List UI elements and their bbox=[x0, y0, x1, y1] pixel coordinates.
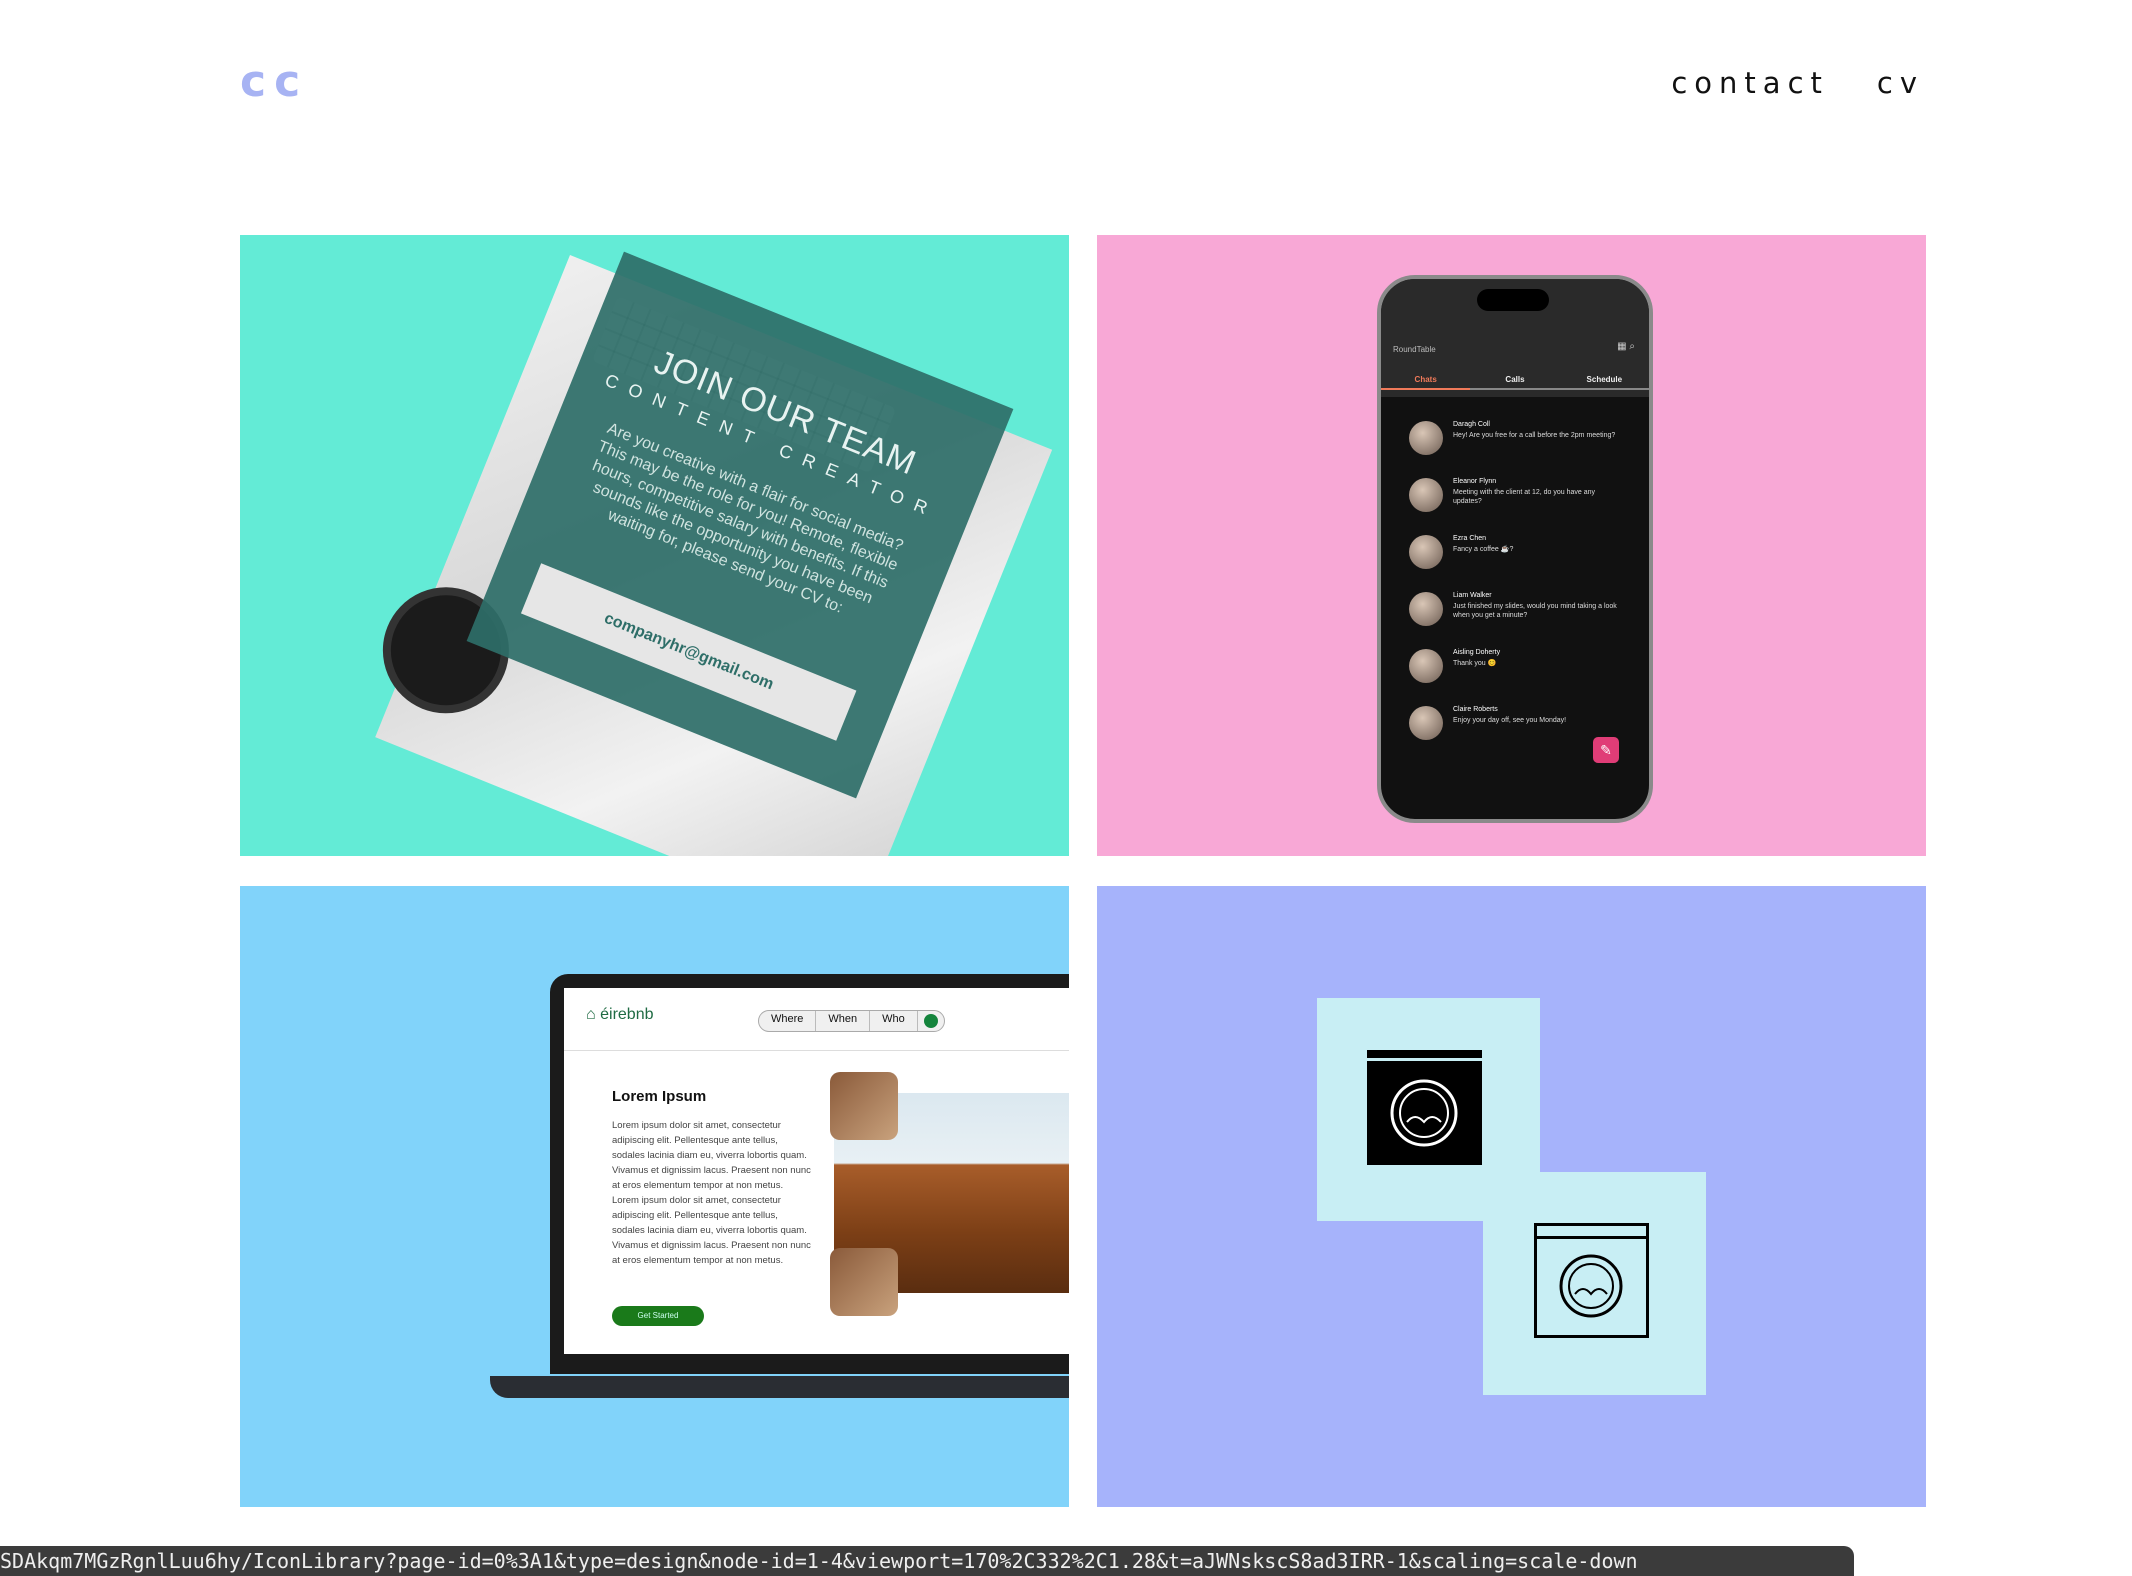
chat-name: Eleanor Flynn bbox=[1453, 478, 1497, 485]
project-tile-icon-library[interactable] bbox=[1097, 886, 1926, 1507]
chat-message: Just finished my slides, would you mind … bbox=[1453, 603, 1617, 619]
laptop-screen: ⌂ éirebnb Where When Who Lorem Ipsum Lor… bbox=[564, 988, 1069, 1354]
app-name: RoundTable bbox=[1393, 345, 1436, 354]
washing-machine-outline-icon bbox=[1534, 1223, 1649, 1338]
compose-icon: ✎ bbox=[1593, 737, 1619, 763]
chat-name: Claire Roberts bbox=[1453, 706, 1498, 713]
chat-message: Meeting with the client at 12, do you ha… bbox=[1453, 489, 1596, 505]
chat-message: Hey! Are you free for a call before the … bbox=[1453, 432, 1616, 439]
tab-schedule: Schedule bbox=[1559, 375, 1649, 390]
search-icon bbox=[923, 1014, 938, 1028]
search-who: Who bbox=[870, 1011, 918, 1031]
chat-message: Enjoy your day off, see you Monday! bbox=[1453, 717, 1567, 724]
chat-message: Thank you 😊 bbox=[1453, 660, 1497, 667]
chat-item: Liam Walker Just finished my slides, wou… bbox=[1381, 586, 1649, 643]
tab-chats: Chats bbox=[1381, 375, 1471, 390]
avatar bbox=[1409, 706, 1443, 740]
chat-message: Fancy a coffee ☕? bbox=[1453, 546, 1514, 553]
project-tile-recruitment[interactable]: JOIN OUR TEAM CONTENT CREATOR Are you cr… bbox=[240, 235, 1069, 856]
chat-list: Daragh Coll Hey! Are you free for a call… bbox=[1381, 415, 1649, 757]
phone-tabs: Chats Calls Schedule bbox=[1381, 375, 1649, 390]
phone-mockup: RoundTable ▦ ⌕ Chats Calls Schedule Dara… bbox=[1377, 275, 1653, 823]
brand-icon: ⌂ bbox=[586, 1006, 601, 1023]
avatar bbox=[1409, 592, 1443, 626]
avatar bbox=[1409, 478, 1443, 512]
content-body: Lorem ipsum dolor sit amet, consectetur … bbox=[612, 1120, 811, 1266]
laptop-mockup: ⌂ éirebnb Where When Who Lorem Ipsum Lor… bbox=[550, 974, 1069, 1374]
url-status-bar: SDAkqm7MGzRgnlLuu6hy/IconLibrary?page-id… bbox=[0, 1546, 1854, 1576]
chat-name: Liam Walker bbox=[1453, 592, 1492, 599]
washing-machine-icon bbox=[1367, 1050, 1482, 1165]
chat-name: Daragh Coll bbox=[1453, 421, 1490, 428]
phone-header: RoundTable ▦ ⌕ Chats Calls Schedule bbox=[1381, 279, 1649, 397]
search-when: When bbox=[816, 1011, 871, 1031]
project-tile-rental-site[interactable]: ⌂ éirebnb Where When Who Lorem Ipsum Lor… bbox=[240, 886, 1069, 1507]
site-logo[interactable]: cc bbox=[240, 56, 308, 107]
laptop-base bbox=[490, 1376, 1069, 1398]
content-heading: Lorem Ipsum bbox=[612, 1088, 707, 1105]
brand-name: éirebnb bbox=[600, 1006, 654, 1023]
phone-notch bbox=[1477, 289, 1549, 311]
avatar bbox=[1409, 649, 1443, 683]
chat-name: Ezra Chen bbox=[1453, 535, 1487, 542]
search-where: Where bbox=[759, 1011, 817, 1031]
nav-cv-link[interactable]: cv bbox=[1877, 66, 1924, 100]
tab-calls: Calls bbox=[1470, 375, 1560, 390]
search-bar: Where When Who bbox=[758, 1010, 945, 1032]
chat-item: Aisling Doherty Thank you 😊 bbox=[1381, 643, 1649, 700]
chat-item: Ezra Chen Fancy a coffee ☕? bbox=[1381, 529, 1649, 586]
project-tile-chat-app[interactable]: RoundTable ▦ ⌕ Chats Calls Schedule Dara… bbox=[1097, 235, 1926, 856]
avatar bbox=[1409, 421, 1443, 455]
nav-contact-link[interactable]: contact bbox=[1671, 66, 1829, 100]
chat-item: Eleanor Flynn Meeting with the client at… bbox=[1381, 472, 1649, 529]
header-divider bbox=[564, 1050, 1069, 1051]
calendar-search-icons: ▦ ⌕ bbox=[1617, 341, 1635, 352]
brand-logo: ⌂ éirebnb bbox=[586, 1006, 653, 1024]
get-started-button: Get Started bbox=[612, 1306, 704, 1326]
interior-thumbnail bbox=[830, 1248, 898, 1316]
chat-item: Daragh Coll Hey! Are you free for a call… bbox=[1381, 415, 1649, 472]
main-nav: contact cv bbox=[1671, 66, 1924, 100]
chat-name: Aisling Doherty bbox=[1453, 649, 1501, 656]
bedroom-thumbnail bbox=[830, 1072, 898, 1140]
avatar bbox=[1409, 535, 1443, 569]
